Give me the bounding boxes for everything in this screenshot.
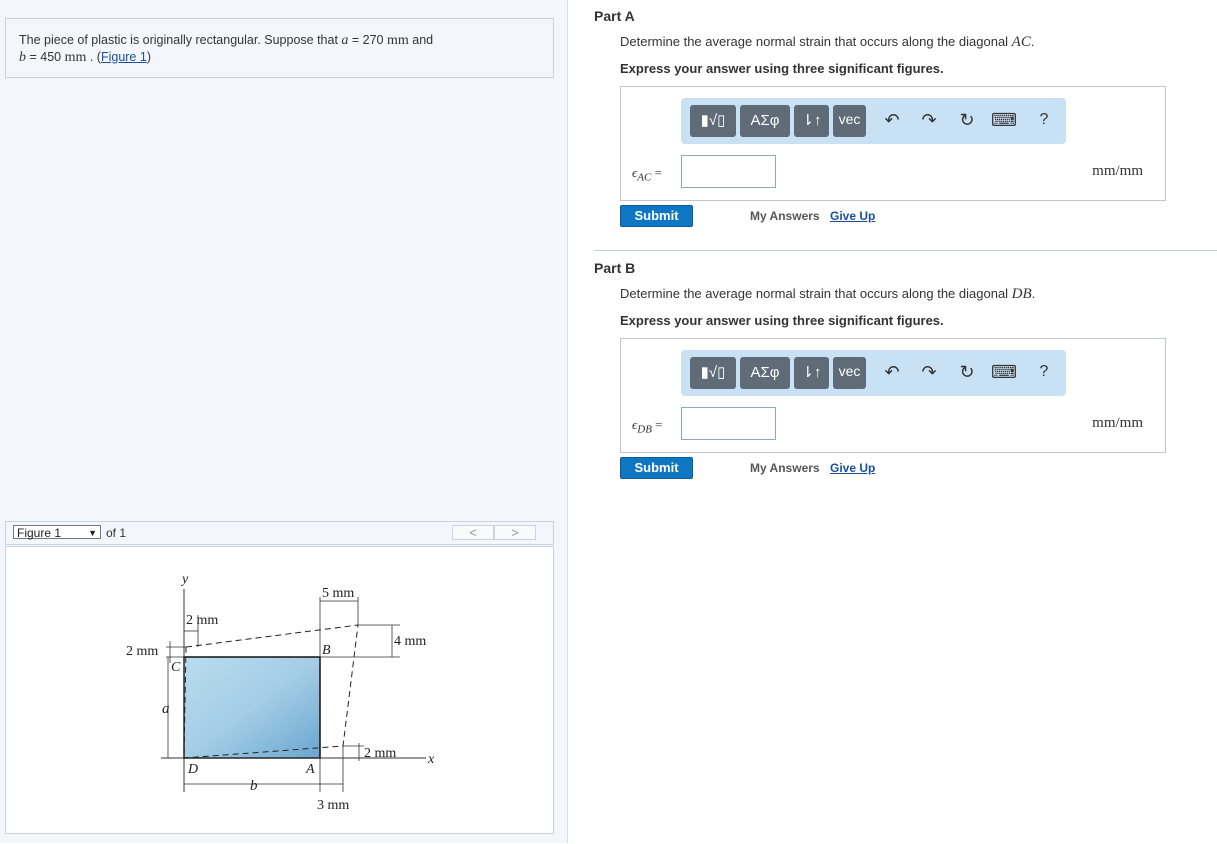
- part-a-instruction: Express your answer using three signific…: [620, 61, 944, 76]
- greek-button[interactable]: ΑΣφ: [740, 357, 790, 389]
- dim-bottom: 3 mm: [317, 798, 349, 813]
- figure-count: of 1: [106, 526, 127, 540]
- part-a-title: Part A: [594, 8, 635, 24]
- figure-panel: y x 2 mm 5 mm 2 mm 4 mm 2 mm 3 mm a b A …: [5, 546, 554, 834]
- figure-link[interactable]: Figure 1: [101, 50, 147, 64]
- vec-button[interactable]: vec: [833, 357, 866, 389]
- y-axis-label: y: [180, 572, 189, 587]
- vec-button[interactable]: vec: [833, 105, 866, 137]
- reset-icon[interactable]: ↻: [954, 359, 980, 385]
- point-c: C: [171, 660, 181, 675]
- dim-right-top: 4 mm: [394, 634, 426, 649]
- label-b: b: [250, 778, 258, 794]
- point-b: B: [322, 643, 331, 658]
- help-button[interactable]: ?: [1031, 107, 1057, 133]
- arrows-button[interactable]: ⇂↑: [794, 357, 829, 389]
- part-b-give-up-link[interactable]: Give Up: [830, 461, 875, 475]
- part-b-answer-input[interactable]: [681, 407, 776, 440]
- part-a-answer-input[interactable]: [681, 155, 776, 188]
- label-a: a: [162, 701, 170, 717]
- help-button[interactable]: ?: [1031, 359, 1057, 385]
- undo-icon[interactable]: ↶: [879, 359, 905, 385]
- problem-statement: The piece of plastic is originally recta…: [5, 18, 554, 78]
- figure-select[interactable]: Figure 1 ▼: [13, 525, 101, 540]
- part-divider: [594, 250, 1217, 251]
- redo-icon[interactable]: ↷: [916, 359, 942, 385]
- part-a-my-answers: My Answers: [750, 209, 820, 223]
- strain-diagram: y x 2 mm 5 mm 2 mm 4 mm 2 mm 3 mm a b A …: [126, 572, 435, 813]
- part-b-units: mm/mm: [1092, 415, 1143, 431]
- part-b-variable-label: ϵDB =: [632, 417, 663, 436]
- dim-top-left: 2 mm: [186, 613, 218, 628]
- part-a-submit-button[interactable]: Submit: [620, 205, 693, 227]
- part-a-answer-box: ▮√▯ ΑΣφ ⇂↑ vec ↶ ↷ ↻ ⌨ ? ϵAC = mm/mm: [620, 86, 1166, 201]
- dim-left: 2 mm: [126, 644, 158, 659]
- keyboard-icon[interactable]: ⌨: [991, 107, 1017, 133]
- reset-icon[interactable]: ↻: [954, 107, 980, 133]
- part-a-units: mm/mm: [1092, 163, 1143, 179]
- part-a-math-toolbar: ▮√▯ ΑΣφ ⇂↑ vec ↶ ↷ ↻ ⌨ ?: [681, 98, 1066, 144]
- figure-panel-footer: [5, 833, 552, 844]
- part-a-variable-label: ϵAC =: [632, 165, 662, 184]
- left-pane: The piece of plastic is originally recta…: [0, 0, 568, 843]
- part-b-instruction: Express your answer using three signific…: [620, 313, 944, 328]
- dropdown-arrow-icon: ▼: [88, 528, 97, 538]
- keyboard-icon[interactable]: ⌨: [991, 359, 1017, 385]
- part-a-give-up-link[interactable]: Give Up: [830, 209, 875, 223]
- redo-icon[interactable]: ↷: [916, 107, 942, 133]
- undo-icon[interactable]: ↶: [879, 107, 905, 133]
- templates-button[interactable]: ▮√▯: [690, 357, 736, 389]
- next-figure-button[interactable]: >: [494, 525, 536, 540]
- plastic-plate: [183, 656, 321, 759]
- x-axis-label: x: [427, 752, 435, 767]
- part-b-title: Part B: [594, 260, 636, 276]
- right-pane: Part A Determine the average normal stra…: [567, 0, 1217, 843]
- dim-top-right: 5 mm: [322, 586, 354, 601]
- part-b-answer-box: ▮√▯ ΑΣφ ⇂↑ vec ↶ ↷ ↻ ⌨ ? ϵDB = mm/mm: [620, 338, 1166, 453]
- part-b-question: Determine the average normal strain that…: [620, 286, 1036, 302]
- prev-figure-button[interactable]: <: [452, 525, 494, 540]
- dim-right-bottom: 2 mm: [364, 746, 396, 761]
- part-a-question: Determine the average normal strain that…: [620, 34, 1035, 50]
- part-b-math-toolbar: ▮√▯ ΑΣφ ⇂↑ vec ↶ ↷ ↻ ⌨ ?: [681, 350, 1066, 396]
- problem-text: The piece of plastic is originally recta…: [19, 33, 434, 65]
- part-b-submit-button[interactable]: Submit: [620, 457, 693, 479]
- point-d: D: [187, 762, 198, 777]
- figure-nav-bar: Figure 1 ▼ of 1 < >: [5, 521, 554, 545]
- point-a: A: [305, 762, 315, 777]
- greek-button[interactable]: ΑΣφ: [740, 105, 790, 137]
- part-b-my-answers: My Answers: [750, 461, 820, 475]
- templates-button[interactable]: ▮√▯: [690, 105, 736, 137]
- arrows-button[interactable]: ⇂↑: [794, 105, 829, 137]
